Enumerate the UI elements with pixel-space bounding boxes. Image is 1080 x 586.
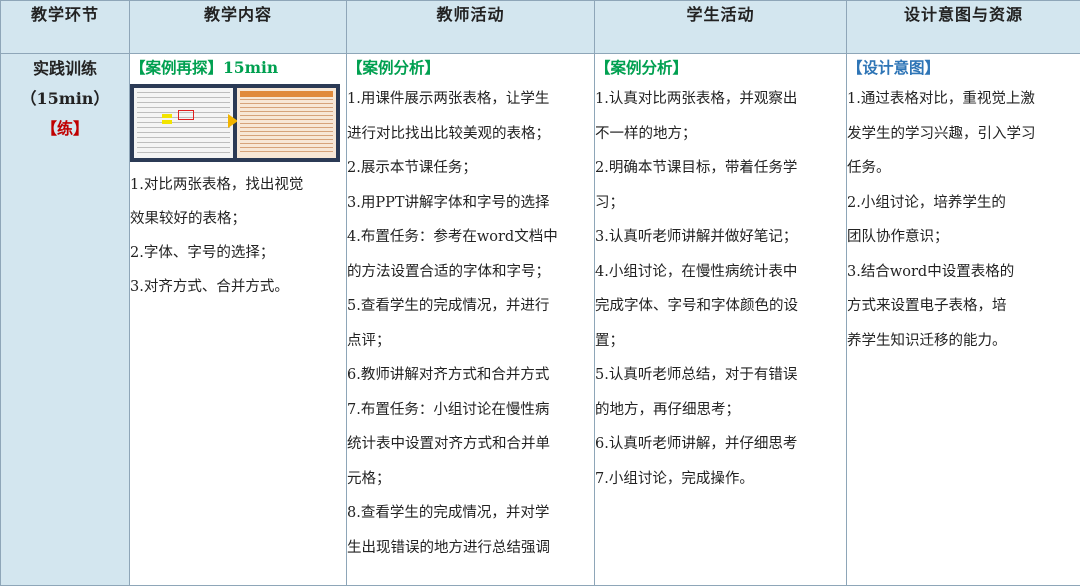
header-content: 教学内容 (129, 0, 347, 54)
list-item: 2.明确本节课目标，带着任务学 (595, 160, 798, 176)
plain-table-image (134, 88, 233, 158)
list-item: 不一样的地方； (595, 125, 697, 142)
header-teacher: 教师活动 (346, 0, 595, 54)
header-stage: 教学环节 (0, 0, 130, 54)
table-comparison-thumbnail (130, 84, 340, 162)
design-list: 1.通过表格对比，重视觉上激 发学生的学习兴趣，引入学习 任务。 2.小组讨论，… (847, 82, 1080, 358)
list-item: 1.认真对比两张表格，并观察出 (595, 91, 798, 107)
list-item: 置； (595, 332, 624, 349)
list-item: 8.查看学生的完成情况，并对学 (347, 505, 550, 521)
teacher-cell: 【案例分析】 1.用课件展示两张表格，让学生 进行对比找出比较美观的表格； 2.… (346, 53, 595, 586)
list-item: 1.对比两张表格，找出视觉 (130, 177, 304, 193)
content-list: 1.对比两张表格，找出视觉 效果较好的表格； 2.字体、字号的选择； 3.对齐方… (130, 168, 346, 304)
list-item: 效果较好的表格； (130, 211, 246, 227)
list-item: 的地方，再仔细思考； (595, 401, 740, 418)
teacher-list: 1.用课件展示两张表格，让学生 进行对比找出比较美观的表格； 2.展示本节课任务… (347, 82, 594, 565)
list-item: 5.查看学生的完成情况，并进行 (347, 298, 550, 314)
list-item: 2.展示本节课任务； (347, 160, 477, 176)
list-item: 发学生的学习兴趣，引入学习 (847, 125, 1036, 142)
list-item: 6.认真听老师讲解，并仔细思考 (595, 436, 798, 452)
list-item: 3.认真听老师讲解并做好笔记； (595, 229, 798, 245)
list-item: 1.通过表格对比，重视觉上激 (847, 91, 1035, 107)
styled-table-image (237, 88, 336, 158)
list-item: 完成字体、字号和字体颜色的设 (595, 298, 798, 314)
design-title: 【设计意图】 (847, 58, 941, 77)
list-item: 4.布置任务：参考在word文档中 (347, 229, 558, 245)
content-title: 【案例再探】15min (130, 58, 279, 77)
list-item: 2.字体、字号的选择； (130, 245, 275, 261)
list-item: 进行对比找出比较美观的表格； (347, 125, 550, 142)
stage-duration: （15min） (20, 89, 110, 108)
stage-name: 实践训练 (32, 59, 97, 78)
stage-cell: 实践训练 （15min） 【练】 (0, 53, 130, 586)
list-item: 团队协作意识； (847, 229, 949, 245)
list-item: 的方法设置合适的字体和字号； (347, 263, 550, 280)
stage-tag: 【练】 (40, 119, 89, 138)
list-item: 方式来设置电子表格，培 (847, 298, 1007, 314)
list-item: 1.用课件展示两张表格，让学生 (347, 91, 550, 107)
teacher-title: 【案例分析】 (347, 58, 441, 77)
header-student: 学生活动 (594, 0, 847, 54)
body-row: 实践训练 （15min） 【练】 【案例再探】15min 1.对比两张表格，找出… (0, 53, 1080, 586)
list-item: 点评； (347, 332, 391, 349)
list-item: 2.小组讨论，培养学生的 (847, 194, 1006, 211)
list-item: 元格； (347, 470, 391, 487)
list-item: 4.小组讨论，在慢性病统计表中 (595, 263, 798, 280)
list-item: 3.对齐方式、合并方式。 (130, 279, 289, 295)
lesson-plan-table: 教学环节 教学内容 教师活动 学生活动 设计意图与资源 实践训练 （15min）… (0, 0, 1080, 586)
list-item: 7.布置任务：小组讨论在慢性病 (347, 401, 550, 418)
list-item: 生出现错误的地方进行总结强调 (347, 539, 550, 556)
list-item: 6.教师讲解对齐方式和合并方式 (347, 367, 550, 383)
list-item: 3.用PPT讲解字体和字号的选择 (347, 194, 550, 211)
list-item: 5.认真听老师总结，对于有错误 (595, 367, 798, 383)
header-row: 教学环节 教学内容 教师活动 学生活动 设计意图与资源 (0, 0, 1080, 54)
list-item: 3.结合word中设置表格的 (847, 263, 1015, 280)
list-item: 统计表中设置对齐方式和合并单 (347, 436, 550, 452)
list-item: 养学生知识迁移的能力。 (847, 332, 1007, 349)
header-design: 设计意图与资源 (846, 0, 1080, 54)
design-cell: 【设计意图】 1.通过表格对比，重视觉上激 发学生的学习兴趣，引入学习 任务。 … (846, 53, 1080, 586)
student-list: 1.认真对比两张表格，并观察出 不一样的地方； 2.明确本节课目标，带着任务学 … (595, 82, 846, 496)
content-cell: 【案例再探】15min 1.对比两张表格，找出视觉 效果较好的表格； 2.字体、… (129, 53, 347, 586)
student-cell: 【案例分析】 1.认真对比两张表格，并观察出 不一样的地方； 2.明确本节课目标… (594, 53, 847, 586)
list-item: 7.小组讨论，完成操作。 (595, 470, 754, 487)
list-item: 任务。 (847, 160, 891, 176)
list-item: 习； (595, 194, 624, 211)
student-title: 【案例分析】 (595, 58, 689, 77)
